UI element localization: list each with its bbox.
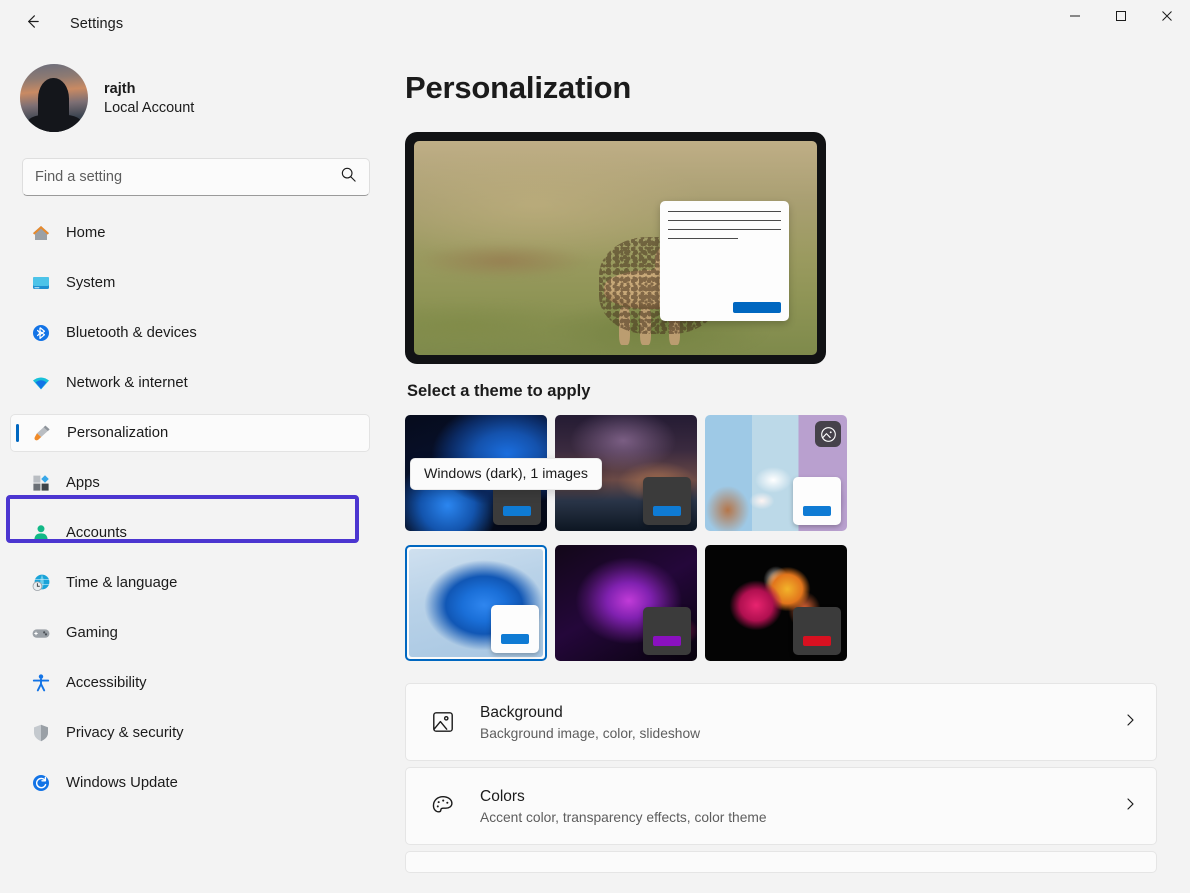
sidebar-item-accounts[interactable]: Accounts: [10, 514, 370, 552]
search-container: [0, 132, 392, 196]
theme-window-mockup: [793, 607, 841, 655]
settings-cards: Background Background image, color, slid…: [405, 683, 1157, 873]
theme-grid: Windows (dark), 1 images: [405, 415, 1190, 661]
settings-card-colors[interactable]: Colors Accent color, transparency effect…: [405, 767, 1157, 845]
account-name: rajth: [104, 80, 136, 97]
sidebar-item-label: Gaming: [66, 625, 118, 641]
sidebar-item-label: Apps: [66, 475, 100, 491]
back-button[interactable]: [12, 7, 52, 41]
search-box[interactable]: [22, 158, 370, 196]
sidebar-item-label: System: [66, 275, 116, 291]
search-icon: [340, 166, 357, 188]
sidebar-item-system[interactable]: System: [10, 264, 370, 302]
sidebar-item-label: Time & language: [66, 575, 178, 591]
sidebar-item-accessibility[interactable]: Accessibility: [10, 664, 370, 702]
title-bar: Settings: [0, 0, 1190, 48]
account-type: Local Account: [104, 99, 195, 116]
theme-window-mockup: [491, 605, 539, 653]
home-icon: [30, 222, 52, 244]
preview-window-mockup: [659, 200, 789, 321]
account-summary[interactable]: rajth Local Account: [0, 48, 392, 132]
apps-icon: [30, 472, 52, 494]
palette-icon: [428, 793, 458, 819]
theme-tile-windows-light[interactable]: [405, 545, 547, 661]
app-title: Settings: [70, 16, 124, 32]
wifi-icon: [30, 372, 52, 394]
theme-tile-flower[interactable]: [705, 545, 847, 661]
theme-window-mockup: [793, 477, 841, 525]
shield-icon: [30, 722, 52, 744]
sidebar-item-time-language[interactable]: Time & language: [10, 564, 370, 602]
sidebar-item-home[interactable]: Home: [10, 214, 370, 252]
theme-window-mockup: [643, 477, 691, 525]
window-controls: [1052, 0, 1190, 32]
back-arrow-icon: [23, 12, 42, 36]
search-input[interactable]: [35, 169, 340, 185]
theme-tile-purple-glow[interactable]: [555, 545, 697, 661]
sidebar-item-label: Home: [66, 225, 106, 241]
settings-card-background[interactable]: Background Background image, color, slid…: [405, 683, 1157, 761]
sidebar-item-personalization[interactable]: Personalization: [10, 414, 370, 452]
sidebar-item-label: Personalization: [67, 425, 169, 441]
sidebar-item-apps[interactable]: Apps: [10, 464, 370, 502]
card-subtitle: Background image, color, slideshow: [480, 725, 701, 741]
card-title: Colors: [480, 787, 525, 805]
minimize-button[interactable]: [1052, 0, 1098, 32]
theme-preview: [405, 132, 826, 364]
gamepad-icon: [30, 622, 52, 644]
sidebar-item-label: Network & internet: [66, 375, 188, 391]
sidebar-nav: Home System Bluetooth & devices Network …: [0, 214, 392, 802]
sidebar-item-label: Windows Update: [66, 775, 178, 791]
sidebar-item-network[interactable]: Network & internet: [10, 364, 370, 402]
sidebar-item-bluetooth[interactable]: Bluetooth & devices: [10, 314, 370, 352]
settings-card-next-partial[interactable]: [405, 851, 1157, 873]
avatar: [20, 64, 88, 132]
theme-preview-wallpaper: [414, 141, 817, 355]
sidebar-item-gaming[interactable]: Gaming: [10, 614, 370, 652]
card-subtitle: Accent color, transparency effects, colo…: [480, 809, 767, 825]
theme-window-mockup: [643, 607, 691, 655]
system-monitor-icon: [30, 272, 52, 294]
slideshow-image-icon: [815, 421, 841, 447]
maximize-button[interactable]: [1098, 0, 1144, 32]
update-refresh-icon: [30, 772, 52, 794]
sidebar-item-windows-update[interactable]: Windows Update: [10, 764, 370, 802]
close-button[interactable]: [1144, 0, 1190, 32]
sidebar-item-label: Accounts: [66, 525, 127, 541]
chevron-right-icon: [1122, 712, 1138, 733]
sidebar-item-label: Privacy & security: [66, 725, 184, 741]
clock-globe-icon: [30, 572, 52, 594]
sidebar-item-label: Accessibility: [66, 675, 147, 691]
bluetooth-icon: [30, 322, 52, 344]
theme-tile-slideshow[interactable]: [705, 415, 847, 531]
picture-icon: [428, 709, 458, 735]
theme-tooltip: Windows (dark), 1 images: [410, 458, 602, 490]
sidebar: rajth Local Account Find a setting Home …: [0, 48, 392, 893]
account-person-icon: [30, 522, 52, 544]
main-content: Personalization Select a theme to apply: [392, 48, 1190, 893]
themes-section-title: Select a theme to apply: [407, 382, 591, 400]
paintbrush-icon: [31, 422, 53, 444]
settings-window: Settings rajth Local Account Find a sett…: [0, 0, 1190, 893]
sidebar-item-privacy-security[interactable]: Privacy & security: [10, 714, 370, 752]
page-title: Personalization: [405, 70, 632, 105]
preview-accent-button: [733, 301, 781, 313]
sidebar-item-label: Bluetooth & devices: [66, 325, 197, 341]
card-title: Background: [480, 703, 563, 721]
accessibility-person-icon: [30, 672, 52, 694]
chevron-right-icon: [1122, 796, 1138, 817]
